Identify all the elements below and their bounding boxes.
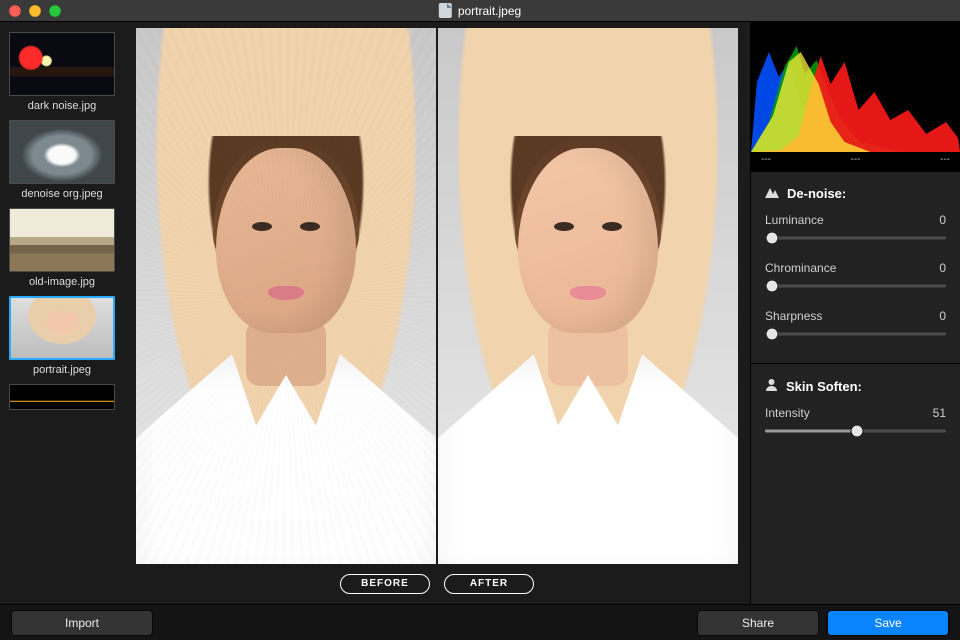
before-button[interactable]: BEFORE [340,574,430,594]
thumbnail-image[interactable] [9,296,115,360]
thumbnail-image[interactable] [9,32,115,96]
inspector-panel: --- --- --- De-noise: Luminance 0 [750,22,960,604]
histogram[interactable] [751,22,960,152]
close-window-button[interactable] [9,5,21,17]
chrominance-control: Chrominance 0 [765,261,946,293]
sharpness-value: 0 [939,309,946,323]
thumb-dark-noise[interactable]: dark noise.jpg [8,32,116,112]
import-button[interactable]: Import [12,611,152,635]
thumbnail-image[interactable] [9,208,115,272]
after-button[interactable]: AFTER [444,574,534,594]
thumb-denoise-org[interactable]: denoise org.jpeg [8,120,116,200]
chrominance-value: 0 [939,261,946,275]
luminance-label: Luminance [765,213,824,227]
window-controls [0,5,61,17]
luminance-control: Luminance 0 [765,213,946,245]
thumb-old-image[interactable]: old-image.jpg [8,208,116,288]
thumbnail-label: denoise org.jpeg [21,188,102,200]
chrominance-slider[interactable] [765,279,946,293]
zoom-window-button[interactable] [49,5,61,17]
denoise-heading: De-noise: [787,186,846,201]
thumb-portrait[interactable]: portrait.jpeg [8,296,116,376]
save-button[interactable]: Save [828,611,948,635]
thumbnail-image[interactable] [9,384,115,410]
before-after-compare [130,22,744,564]
bottom-toolbar: Import Share Save [0,604,960,640]
after-panel[interactable] [438,28,738,564]
thumbnail-label: old-image.jpg [29,276,95,288]
sharpness-slider[interactable] [765,327,946,341]
luminance-value: 0 [939,213,946,227]
window-title: portrait.jpeg [439,3,521,18]
mountain-icon [765,186,779,201]
intensity-control: Intensity 51 [765,406,946,438]
readout-3: --- [940,154,950,165]
person-icon [765,378,778,394]
titlebar: portrait.jpeg [0,0,960,22]
before-panel[interactable] [136,28,436,564]
thumb-partial[interactable] [8,384,116,410]
intensity-value: 51 [933,406,946,420]
skin-heading: Skin Soften: [786,379,862,394]
thumbnail-image[interactable] [9,120,115,184]
skin-section: Skin Soften: Intensity 51 [751,363,960,460]
share-button[interactable]: Share [698,611,818,635]
file-icon [439,3,452,18]
readout-2: --- [851,154,861,165]
thumbnail-sidebar: dark noise.jpg denoise org.jpeg old-imag… [0,22,124,604]
readout-1: --- [761,154,771,165]
preview-stage: BEFORE AFTER [124,22,750,604]
window-title-text: portrait.jpeg [458,4,521,18]
chrominance-label: Chrominance [765,261,836,275]
sharpness-control: Sharpness 0 [765,309,946,341]
histogram-readouts: --- --- --- [751,152,960,171]
luminance-slider[interactable] [765,231,946,245]
sharpness-label: Sharpness [765,309,822,323]
intensity-slider[interactable] [765,424,946,438]
minimize-window-button[interactable] [29,5,41,17]
intensity-label: Intensity [765,406,810,420]
thumbnail-label: portrait.jpeg [33,364,91,376]
thumbnail-label: dark noise.jpg [28,100,97,112]
denoise-section: De-noise: Luminance 0 Chrominance 0 [751,171,960,363]
compare-toggle-row: BEFORE AFTER [130,564,744,604]
